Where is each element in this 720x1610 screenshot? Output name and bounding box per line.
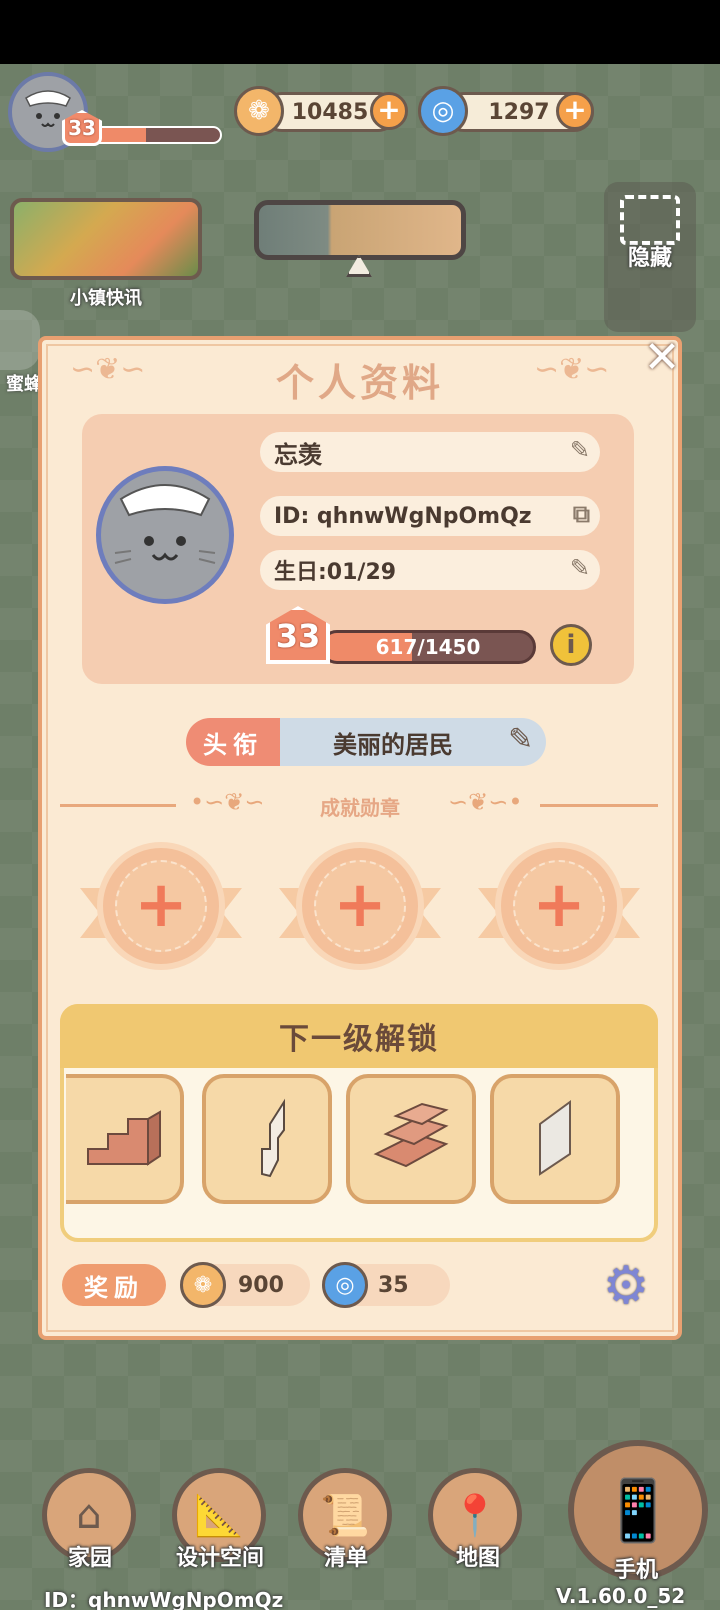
unlock-item-stairs[interactable] xyxy=(66,1074,184,1204)
add-medal-icon: + xyxy=(333,868,387,942)
player-id-field: ID: qhnwWgNpOmQz ⧉ xyxy=(260,496,600,536)
weather-indicator xyxy=(254,200,466,260)
settings-gear-icon[interactable]: ⚙ xyxy=(598,1258,654,1314)
reward-gem-icon: ◎ xyxy=(322,1262,368,1308)
design-ruler-icon: 📐 xyxy=(194,1492,244,1539)
next-level-unlock-header: 下一级解锁 xyxy=(60,1004,658,1068)
unlock-item-shelf-stairs[interactable] xyxy=(346,1074,476,1204)
unlock-item-railing[interactable] xyxy=(202,1074,332,1204)
medal-slot-3[interactable]: + xyxy=(478,842,640,980)
achievements-label: 成就勋章 xyxy=(320,796,400,820)
medal-slot-2[interactable]: + xyxy=(279,842,441,980)
add-medal-icon: + xyxy=(134,868,188,942)
unlock-item-glass-panel[interactable] xyxy=(490,1074,620,1204)
town-news-label: 小镇快讯 xyxy=(70,288,142,309)
town-news-card[interactable] xyxy=(10,198,202,280)
medal-slot-1[interactable]: + xyxy=(80,842,242,980)
birthday-text: 生日:01/29 xyxy=(274,560,397,585)
hide-ui-icon[interactable] xyxy=(620,195,680,245)
buy-gems-button[interactable]: + xyxy=(556,92,594,130)
reward-coin-icon: ❁ xyxy=(180,1262,226,1308)
profile-avatar[interactable] xyxy=(96,466,234,604)
player-name: 忘羡 xyxy=(274,440,322,469)
left-side-tab-label: 蜜蜂 xyxy=(6,374,42,395)
add-medal-icon: + xyxy=(532,868,586,942)
divider-left xyxy=(60,804,176,807)
edit-birthday-icon[interactable]: ✎ xyxy=(570,554,590,582)
level-info-button[interactable]: i xyxy=(550,624,592,666)
coin-icon: ❁ xyxy=(234,86,284,136)
level-progress-bar xyxy=(90,126,222,144)
reward-label: 奖励 xyxy=(62,1264,166,1306)
nav-map-label: 地图 xyxy=(455,1546,500,1571)
copy-id-icon[interactable]: ⧉ xyxy=(573,500,590,528)
birthday-field: 生日:01/29 ✎ xyxy=(260,550,600,590)
nav-home-label: 家园 xyxy=(67,1546,112,1571)
left-side-tab[interactable] xyxy=(0,310,40,370)
edit-name-icon[interactable]: ✎ xyxy=(570,436,590,464)
footer-player-id: ID：qhnwWgNpOmQz xyxy=(44,1588,284,1610)
edit-title-icon[interactable]: ✎ xyxy=(508,722,533,757)
nav-phone-label: 手机 xyxy=(613,1558,658,1583)
panel-title: 个人资料 xyxy=(275,361,444,405)
title-tag-label: 头衔 xyxy=(186,718,280,766)
buy-coins-button[interactable]: + xyxy=(370,92,408,130)
home-icon: ⌂ xyxy=(76,1492,102,1538)
map-pin-icon: 📍 xyxy=(450,1492,500,1539)
achievement-ornament-right-icon: ∽❦∽• xyxy=(448,788,523,816)
nav-list-label: 清单 xyxy=(323,1546,368,1571)
title-tag-value[interactable]: 美丽的居民 xyxy=(280,718,546,766)
player-name-field: 忘羡 ✎ xyxy=(260,432,600,472)
nav-design-label: 设计空间 xyxy=(175,1546,264,1571)
divider-right xyxy=(540,804,658,807)
player-id: ID: qhnwWgNpOmQz xyxy=(274,503,532,529)
footer-version: V.1.60.0_52 xyxy=(556,1584,686,1608)
close-button[interactable]: ✕ xyxy=(640,336,684,382)
list-scroll-icon: 📜 xyxy=(320,1492,370,1539)
phone-icon: 📱 xyxy=(600,1475,676,1546)
exp-text: 617/1450 xyxy=(375,635,481,659)
gem-icon: ◎ xyxy=(418,86,468,136)
achievement-ornament-left-icon: •∽❦∽ xyxy=(190,788,265,816)
hide-ui-label[interactable]: 隐藏 xyxy=(604,240,696,272)
